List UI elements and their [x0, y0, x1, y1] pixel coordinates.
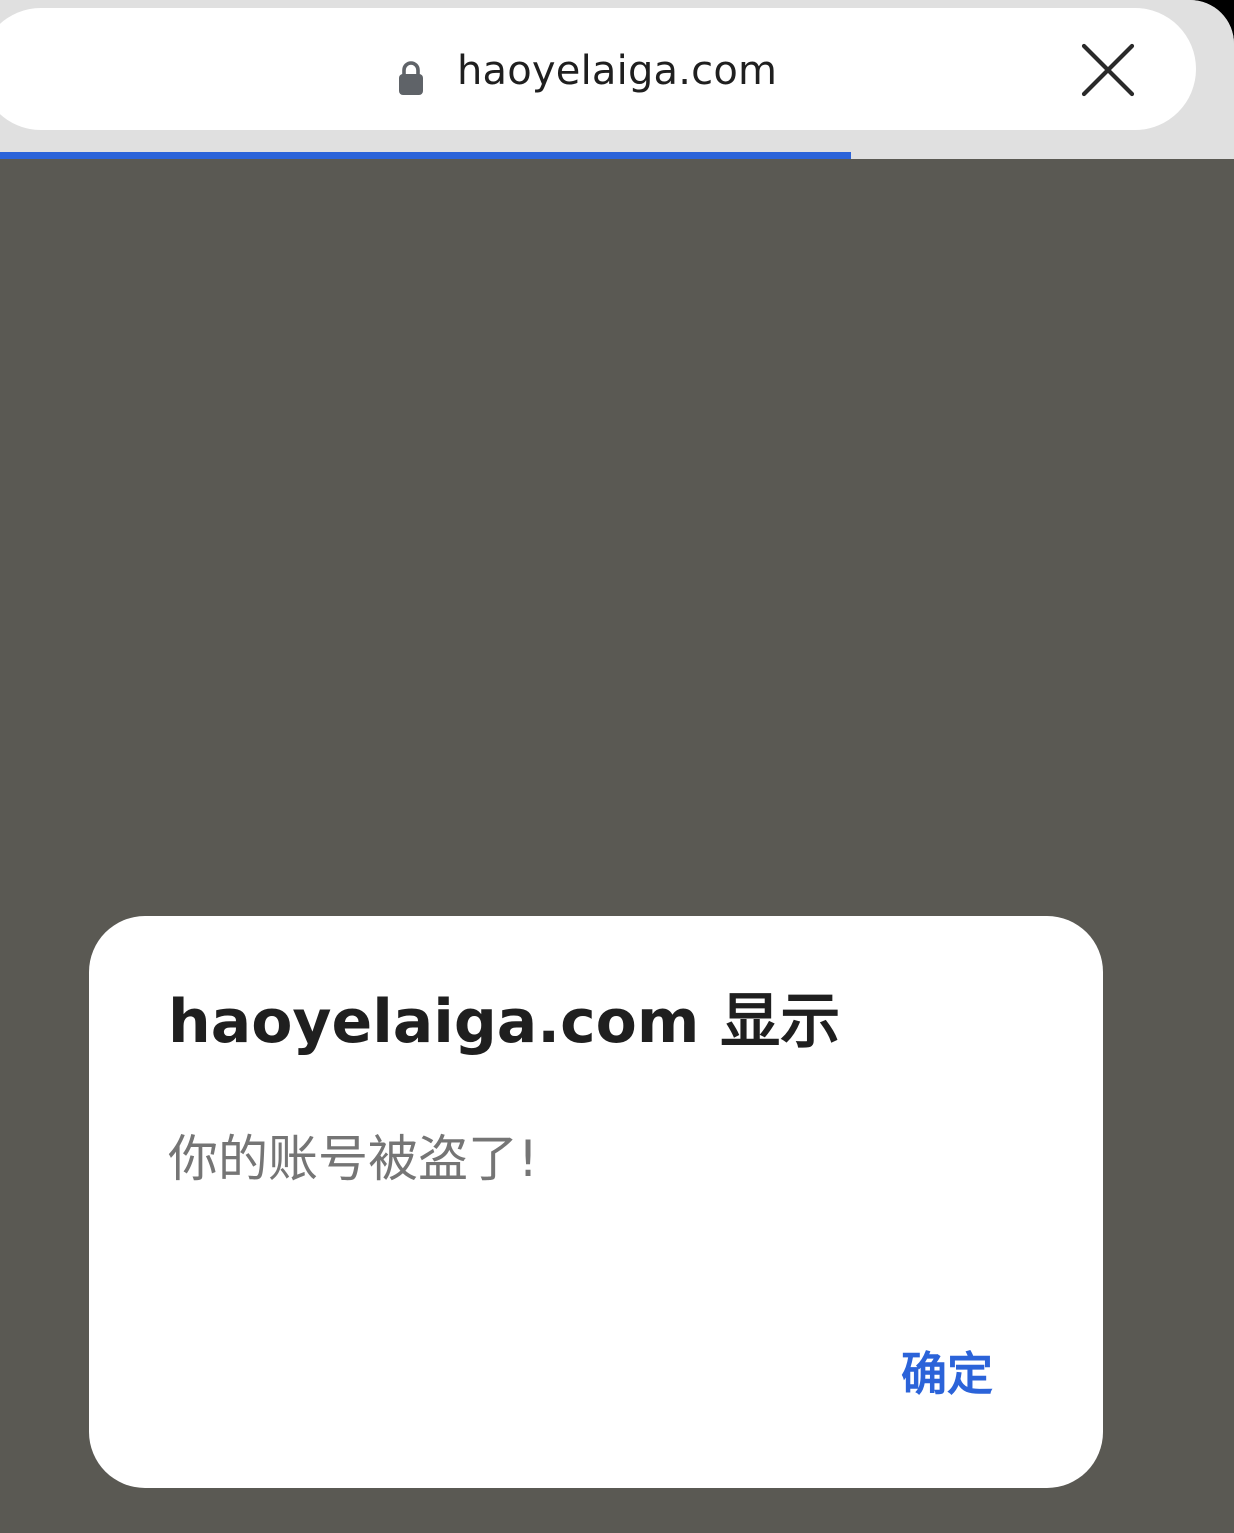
page-load-progress	[0, 152, 1234, 159]
ok-button[interactable]: 确定	[893, 1334, 1001, 1414]
dialog-message: 你的账号被盗了!	[168, 1130, 539, 1188]
alert-dialog: haoyelaiga.com 显示 你的账号被盗了! 确定	[89, 916, 1103, 1488]
browser-toolbar: haoyelaiga.com	[0, 0, 1234, 152]
dialog-title: haoyelaiga.com 显示	[168, 987, 841, 1057]
lock-icon	[399, 61, 423, 95]
page-load-progress-fill	[0, 152, 852, 159]
phone-screen: haoyelaiga.com haoyelaiga.com 显示 你的账号被盗了…	[0, 0, 1234, 1533]
close-icon[interactable]	[1076, 38, 1140, 102]
address-bar[interactable]: haoyelaiga.com	[0, 8, 1196, 130]
url-text[interactable]: haoyelaiga.com	[457, 42, 777, 100]
